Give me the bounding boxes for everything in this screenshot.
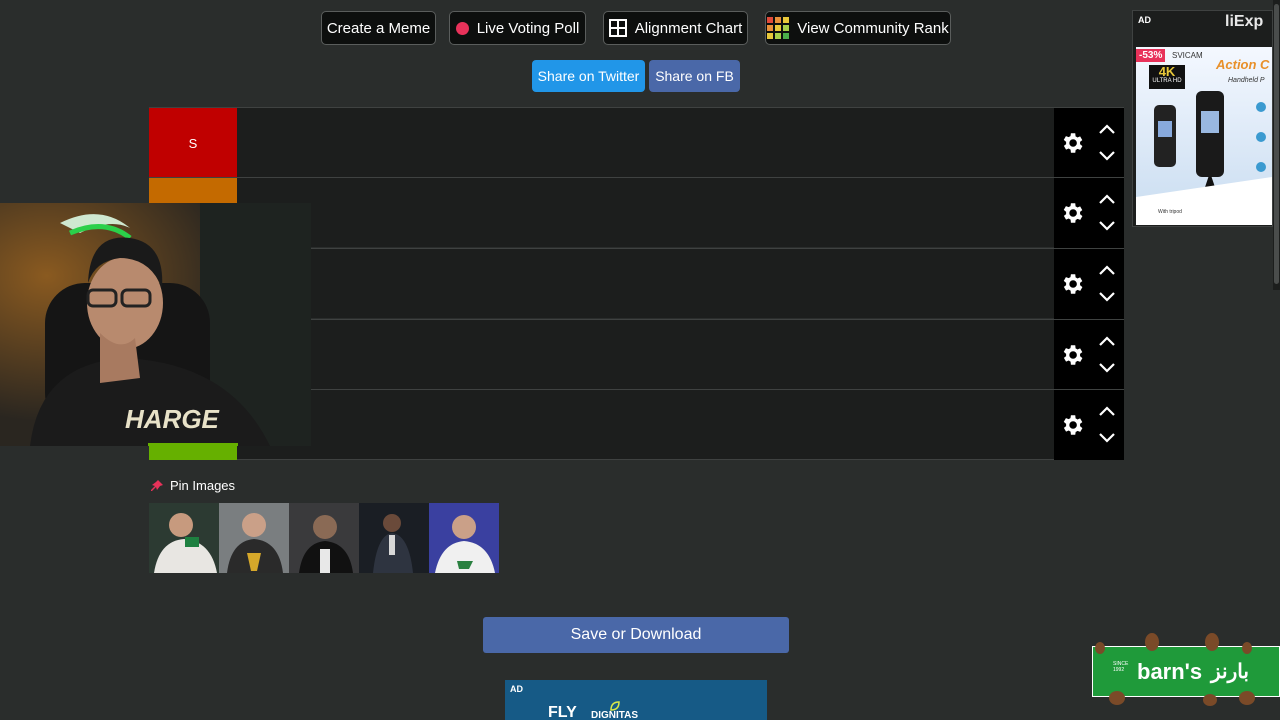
pin-images-title: Pin Images <box>170 478 236 493</box>
ad-tag: AD <box>510 684 523 694</box>
share-facebook-button[interactable]: Share on FB <box>649 60 740 92</box>
gear-icon[interactable] <box>1059 200 1085 226</box>
person-photo-4 <box>359 503 429 573</box>
tier-label-text: S <box>188 135 198 151</box>
pin-image-thumbnail[interactable] <box>359 503 429 573</box>
grid-icon <box>608 19 627 37</box>
tier-controls <box>1054 390 1124 460</box>
save-download-button[interactable]: Save or Download <box>483 617 789 653</box>
ad-brand: liExp <box>1225 13 1264 30</box>
ad-tag: AD <box>1138 15 1151 25</box>
tier-controls <box>1054 320 1124 390</box>
tier-controls <box>1054 178 1124 248</box>
move-down-icon[interactable] <box>1098 150 1116 162</box>
move-up-icon[interactable] <box>1098 193 1116 205</box>
view-community-rank-button[interactable]: View Community Rank <box>765 11 951 45</box>
right-ad-banner[interactable]: AD liExp -53% SVICAM 4K ULTRA HD Action … <box>1132 10 1273 227</box>
pin-image-thumbnail[interactable] <box>149 503 219 573</box>
record-dot-icon <box>455 21 469 35</box>
move-up-icon[interactable] <box>1098 405 1116 417</box>
page-scrollbar[interactable] <box>1273 0 1280 290</box>
tier-controls <box>1054 108 1124 178</box>
gear-icon[interactable] <box>1059 342 1085 368</box>
pin-image-thumbnail[interactable] <box>429 503 499 573</box>
community-rank-label: View Community Rank <box>797 19 949 37</box>
create-meme-button[interactable]: Create a Meme <box>321 11 436 45</box>
streamer-image: HARGE <box>0 203 311 446</box>
tier-controls <box>1054 249 1124 319</box>
move-down-icon[interactable] <box>1098 432 1116 444</box>
person-photo-3 <box>289 503 359 573</box>
create-meme-label: Create a Meme <box>326 19 431 37</box>
pin-image-thumbnail[interactable] <box>289 503 359 573</box>
share-twitter-label: Share on Twitter <box>537 68 640 84</box>
gear-icon[interactable] <box>1059 412 1085 438</box>
ad-product-image: -53% SVICAM 4K ULTRA HD Action C Handhel… <box>1136 47 1272 225</box>
move-down-icon[interactable] <box>1098 362 1116 374</box>
svg-text:HARGE: HARGE <box>125 404 220 434</box>
alignment-chart-button[interactable]: Alignment Chart <box>603 11 748 45</box>
pin-image-thumbnail[interactable] <box>219 503 289 573</box>
bottom-ad-banner[interactable]: AD FLY DIGNITAS <box>505 680 767 720</box>
move-down-icon[interactable] <box>1098 220 1116 232</box>
gear-icon[interactable] <box>1059 130 1085 156</box>
live-voting-label: Live Voting Poll <box>476 19 580 37</box>
person-photo-5 <box>429 503 499 573</box>
move-up-icon[interactable] <box>1098 123 1116 135</box>
pin-images-header: Pin Images <box>150 478 235 493</box>
tier-label-s[interactable]: S <box>149 108 237 178</box>
tier-row: S <box>149 107 1124 178</box>
alignment-chart-label: Alignment Chart <box>634 19 743 37</box>
share-twitter-button[interactable]: Share on Twitter <box>532 60 645 92</box>
move-up-icon[interactable] <box>1098 335 1116 347</box>
move-up-icon[interactable] <box>1098 264 1116 276</box>
camera-product-icon <box>1136 91 1272 225</box>
scrollbar-thumb[interactable] <box>1274 4 1279 284</box>
person-photo-2 <box>219 503 289 573</box>
rank-grid-icon <box>767 17 790 39</box>
save-download-label: Save or Download <box>570 626 702 643</box>
gear-icon[interactable] <box>1059 271 1085 297</box>
share-facebook-label: Share on FB <box>655 68 734 84</box>
person-photo-1 <box>149 503 219 573</box>
ad-bottom-fly: FLY <box>548 704 577 720</box>
pushpin-icon[interactable] <box>150 479 164 493</box>
move-down-icon[interactable] <box>1098 291 1116 303</box>
leaf-icon <box>610 701 620 711</box>
webcam-overlay: HARGE <box>0 203 311 446</box>
live-voting-poll-button[interactable]: Live Voting Poll <box>449 11 586 45</box>
coffee-beans-decoration <box>1095 633 1255 706</box>
ad-caption: With tripod <box>1158 209 1182 215</box>
